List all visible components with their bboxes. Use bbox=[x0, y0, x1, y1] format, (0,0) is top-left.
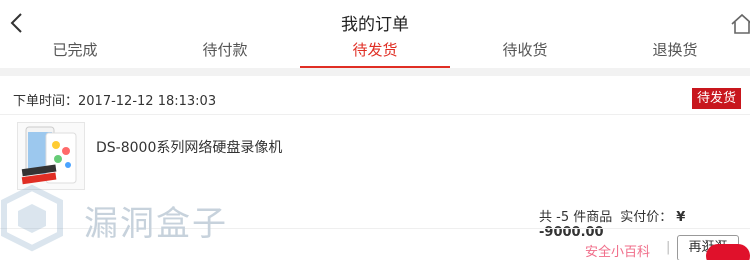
product-name[interactable]: DS-8000系列网络硬盘录像机 bbox=[96, 137, 282, 157]
status-badge: 待发货 bbox=[692, 88, 742, 109]
tab-pending-payment[interactable]: 待付款 bbox=[150, 38, 300, 68]
floating-red-button[interactable] bbox=[706, 244, 750, 260]
watermark-text: 漏洞盒子 bbox=[84, 204, 228, 244]
order-status-tabs: 已完成 待付款 待发货 待收货 退换货 bbox=[0, 38, 750, 68]
order-time-label: 下单时间： bbox=[13, 94, 79, 109]
tab-returns[interactable]: 退换货 bbox=[600, 38, 750, 68]
page-title: 我的订单 bbox=[341, 15, 409, 35]
watermark-badge: 安全小百科 bbox=[585, 245, 651, 260]
section-gap bbox=[0, 68, 750, 76]
home-icon[interactable] bbox=[730, 12, 750, 36]
tab-completed[interactable]: 已完成 bbox=[0, 38, 150, 68]
item-count: 共 -5 件商品 bbox=[539, 210, 613, 225]
order-time: 下单时间：2017-12-12 18:13:03 bbox=[13, 90, 216, 109]
divider bbox=[0, 114, 750, 115]
paid-label: 实付价： bbox=[620, 210, 673, 225]
order-time-value: 2017-12-12 18:13:03 bbox=[78, 94, 217, 109]
tab-pending-shipment[interactable]: 待发货 bbox=[300, 38, 450, 68]
watermark-separator: | bbox=[666, 240, 671, 255]
tab-pending-receipt[interactable]: 待收货 bbox=[450, 38, 600, 68]
